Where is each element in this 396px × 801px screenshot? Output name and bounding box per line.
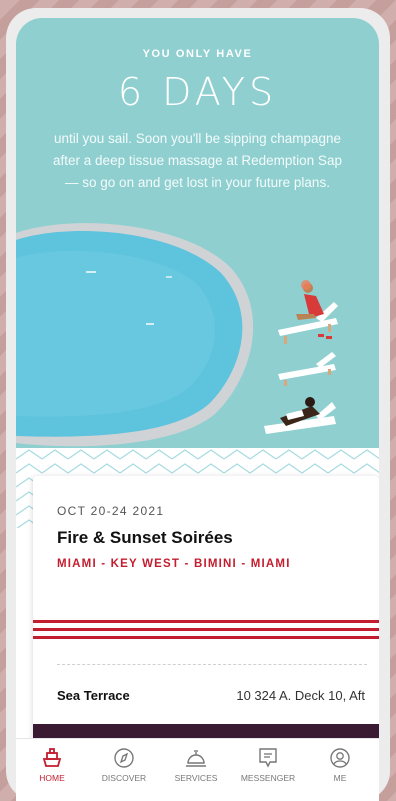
service-bell-icon [186,750,206,767]
nav-home[interactable]: HOME [16,747,88,783]
nav-me[interactable]: ME [304,747,376,783]
countdown-hero: YOU ONLY HAVE 6 DAYS until you sail. Soo… [16,18,379,448]
message-icon [259,748,277,768]
nav-services[interactable]: SERVICES [160,747,232,783]
nav-label-discover: DISCOVER [101,773,147,783]
lounger-2 [278,352,336,386]
compass-icon [114,748,134,768]
divider [57,664,367,665]
voyage-name: Fire & Sunset Soirées [57,528,233,547]
cabin-type: Sea Terrace [57,688,130,703]
app-screen: YOU ONLY HAVE 6 DAYS until you sail. Soo… [16,18,379,801]
lounger-1 [278,280,338,344]
user-icon [330,748,350,768]
lounger-3 [264,397,336,434]
countdown-eyebrow: YOU ONLY HAVE [142,48,253,60]
nav-messenger[interactable]: MESSENGER [232,747,304,783]
ship-icon [42,748,62,767]
stripe-line [33,628,379,631]
stripe-line [33,636,379,639]
cabin-location: 10 324 A. Deck 10, Aft [236,688,365,703]
nav-label-home: HOME [39,773,65,783]
countdown-message: until you sail. Soon you'll be sipping c… [53,131,342,190]
bottom-nav: HOME DISCOVER SERVICES MESSENGER ME [16,738,379,801]
voyage-dates: OCT 20-24 2021 [57,504,165,518]
nav-label-messenger: MESSENGER [240,773,296,783]
countdown-days: 6 DAYS [117,70,278,114]
nav-discover[interactable]: DISCOVER [88,747,160,783]
voyage-route: MIAMI - KEY WEST - BIMINI - MIAMI [57,558,291,570]
voyage-card[interactable]: OCT 20-24 2021 Fire & Sunset Soirées MIA… [33,476,379,756]
nav-label-services: SERVICES [174,773,218,783]
nav-label-me: ME [333,773,347,783]
stripe-line [33,620,379,623]
